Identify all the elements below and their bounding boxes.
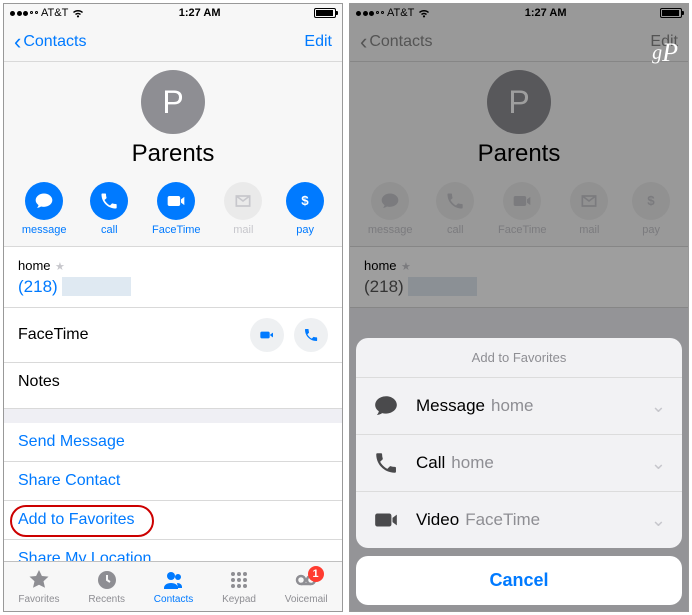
message-button[interactable]: message [22,182,67,236]
contacts-icon [162,568,186,592]
phone-icon [90,182,128,220]
share-location-link[interactable]: Share My Location [4,540,342,561]
contact-header: P Parents [4,62,342,174]
nav-bar: ‹ Contacts Edit [4,22,342,62]
tab-recents[interactable]: Recents [88,568,125,605]
mail-icon [224,182,262,220]
contact-name: Parents [132,140,215,168]
share-contact-link[interactable]: Share Contact [4,462,342,501]
wifi-icon [71,8,85,18]
edit-button[interactable]: Edit [304,33,332,51]
left-phone: AT&T 1:27 AM ‹ Contacts Edit P Parents m… [3,3,343,612]
status-bar: AT&T 1:27 AM [4,4,342,22]
quick-actions-row: message call FaceTime mail $ pay [4,174,342,247]
keypad-icon [227,568,251,592]
tab-keypad[interactable]: Keypad [222,568,256,605]
tab-favorites[interactable]: Favorites [18,568,59,605]
message-icon [372,392,400,420]
call-button[interactable]: call [90,182,128,236]
clock-label: 1:27 AM [179,7,221,19]
sheet-option-message[interactable]: Message home ⌄ [356,378,682,435]
send-message-link[interactable]: Send Message [4,423,342,462]
contact-details: home ★ (218) 000 FaceTime Notes Send Mes… [4,247,342,561]
svg-text:$: $ [301,193,309,208]
notes-label: Notes [18,373,60,390]
video-icon [157,182,195,220]
chevron-down-icon: ⌄ [651,396,666,417]
avatar[interactable]: P [141,70,205,134]
message-icon [25,182,63,220]
sheet-option-video[interactable]: Video FaceTime ⌄ [356,492,682,548]
facetime-video-button[interactable] [250,318,284,352]
phone-number-prefix: (218) [18,277,58,296]
carrier-label: AT&T [41,7,68,19]
tab-contacts[interactable]: Contacts [154,568,193,605]
chevron-left-icon: ‹ [14,31,21,53]
right-phone: AT&T 1:27 AM ‹ Contacts Edit P Parents m… [349,3,689,612]
facetime-row: FaceTime [4,308,342,363]
chevron-down-icon: ⌄ [651,510,666,531]
back-button[interactable]: ‹ Contacts [14,31,86,53]
chevron-down-icon: ⌄ [651,453,666,474]
clock-icon [95,568,119,592]
sheet-options-group: Add to Favorites Message home ⌄ Call hom… [356,338,682,548]
phone-home-row[interactable]: home ★ (218) 000 [4,247,342,308]
voicemail-badge: 1 [308,566,324,582]
signal-icon [10,11,38,16]
phone-icon [372,449,400,477]
watermark: gP [652,38,678,68]
add-to-favorites-link[interactable]: Add to Favorites [4,501,342,540]
facetime-label: FaceTime [18,326,89,344]
star-icon [27,568,51,592]
sheet-header: Add to Favorites [356,338,682,378]
mail-button: mail [224,182,262,236]
redacted-number: 000 [62,277,130,296]
action-sheet: Add to Favorites Message home ⌄ Call hom… [356,338,682,605]
video-icon [372,506,400,534]
dollar-icon: $ [286,182,324,220]
facetime-button[interactable]: FaceTime [152,182,201,236]
star-icon: ★ [55,261,65,273]
battery-icon [314,8,336,18]
tab-bar: Favorites Recents Contacts Keypad 1 Voic… [4,561,342,611]
facetime-audio-button[interactable] [294,318,328,352]
cancel-button[interactable]: Cancel [356,556,682,605]
tab-voicemail[interactable]: 1 Voicemail [285,568,328,605]
pay-button[interactable]: $ pay [286,182,324,236]
sheet-option-call[interactable]: Call home ⌄ [356,435,682,492]
notes-row[interactable]: Notes [4,363,342,409]
back-label: Contacts [23,33,86,51]
